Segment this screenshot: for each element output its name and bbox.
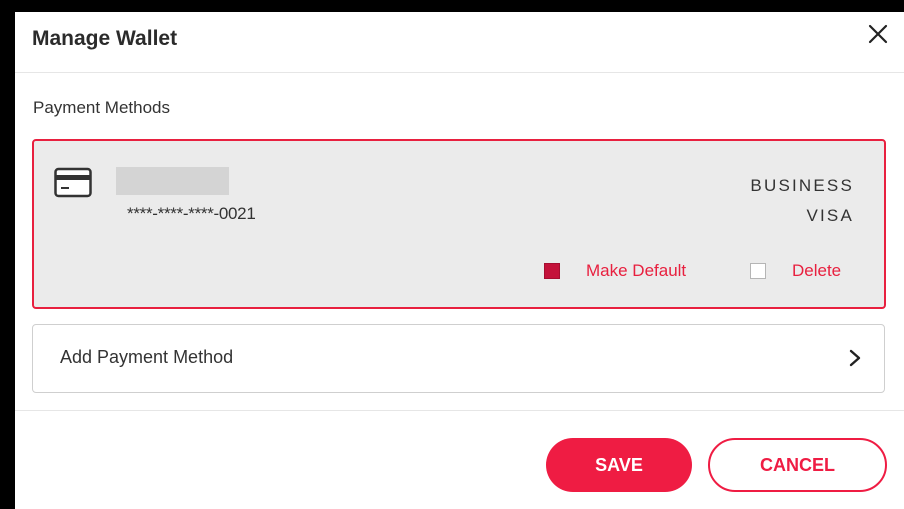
close-icon[interactable] (864, 20, 892, 48)
delete-label[interactable]: Delete (792, 261, 841, 281)
manage-wallet-dialog: Manage Wallet Payment Methods ****-****-… (15, 12, 904, 509)
make-default-label[interactable]: Make Default (586, 261, 686, 281)
redacted-card-name (116, 167, 229, 195)
delete-checkbox[interactable] (750, 263, 766, 279)
masked-card-number: ****-****-****-0021 (127, 204, 256, 223)
payment-card[interactable]: ****-****-****-0021 BUSINESS VISA Make D… (32, 139, 886, 309)
footer-divider (15, 410, 904, 411)
credit-card-icon (54, 167, 92, 198)
dialog-title: Manage Wallet (32, 27, 178, 50)
card-type-line2: VISA (806, 206, 854, 225)
dialog-header: Manage Wallet (15, 12, 904, 73)
add-payment-method-row[interactable]: Add Payment Method (32, 324, 885, 393)
make-default-checkbox[interactable] (544, 263, 560, 279)
chevron-right-icon (849, 349, 861, 367)
cancel-button[interactable]: CANCEL (708, 438, 887, 492)
add-payment-method-label: Add Payment Method (60, 347, 234, 367)
payment-methods-label: Payment Methods (33, 98, 171, 117)
save-button[interactable]: SAVE (546, 438, 692, 492)
card-type-line1: BUSINESS (750, 176, 854, 195)
card-type: BUSINESS VISA (750, 171, 854, 231)
